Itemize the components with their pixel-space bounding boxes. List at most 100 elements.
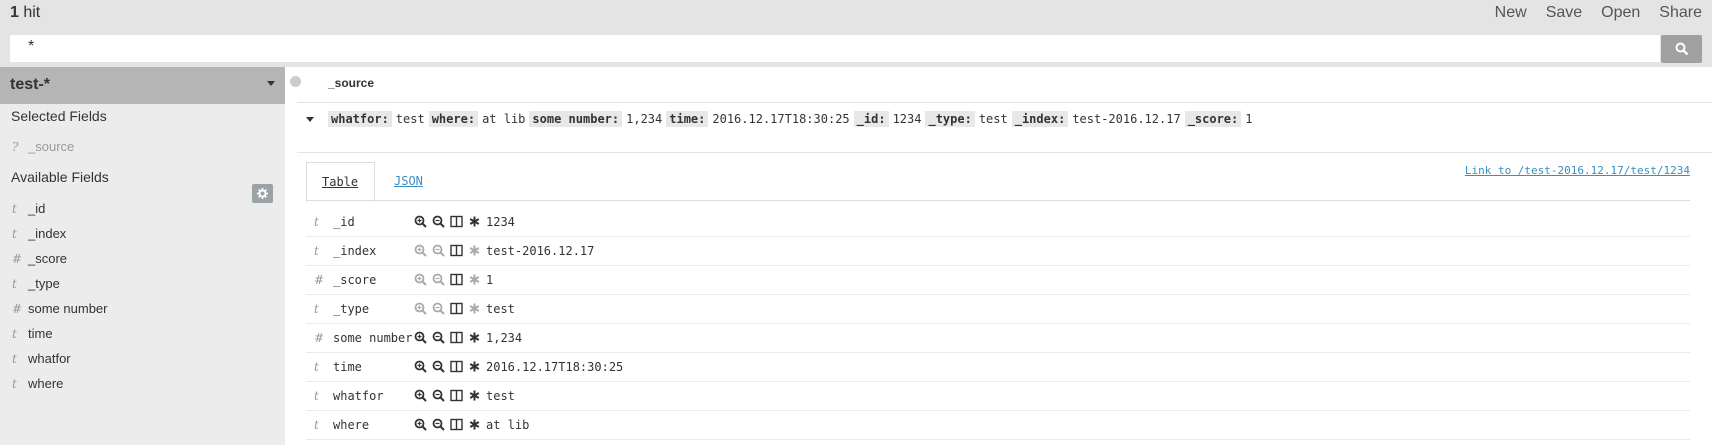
filter-out-value-icon[interactable] — [432, 360, 445, 373]
filter-for-value-icon[interactable] — [414, 273, 427, 286]
table-row: t _type test — [306, 295, 1690, 324]
filter-exists-icon[interactable] — [468, 302, 481, 315]
filter-exists-icon[interactable] — [468, 418, 481, 431]
field-name: _score — [333, 273, 377, 287]
chevron-down-icon — [267, 81, 275, 86]
selected-fields-heading: Selected Fields — [11, 108, 107, 124]
available-fields-heading: Available Fields — [11, 169, 109, 185]
expand-document-icon[interactable] — [306, 117, 314, 122]
collapse-sidebar-icon[interactable] — [290, 76, 301, 87]
document-link[interactable]: Link to /test-2016.12.17/test/1234 — [1465, 164, 1690, 177]
toggle-column-icon[interactable] — [450, 215, 463, 228]
filter-for-value-icon[interactable] — [414, 389, 427, 402]
toggle-column-icon[interactable] — [450, 389, 463, 402]
filter-exists-icon[interactable] — [468, 360, 481, 373]
filter-for-value-icon[interactable] — [414, 418, 427, 431]
field-name: _type — [333, 302, 370, 316]
top-bar: 1 hit New Save Open Share — [0, 0, 1712, 30]
field-item[interactable]: t _type — [12, 276, 60, 291]
field-type-icon: # — [12, 302, 23, 316]
field-type-icon: t — [12, 377, 17, 391]
field-settings-button[interactable] — [252, 184, 273, 203]
field-item[interactable]: t _id — [12, 201, 45, 216]
save-button[interactable]: Save — [1546, 4, 1582, 22]
field-item[interactable]: # some number — [12, 301, 107, 316]
tab-divider — [306, 200, 1690, 201]
field-value: 1 — [486, 273, 494, 287]
document-summary: whatfor: test where: at lib some number: 1,23… — [328, 111, 1257, 127]
open-button[interactable]: Open — [1601, 4, 1640, 22]
filter-out-value-icon[interactable] — [432, 244, 445, 257]
field-name: _index — [28, 226, 67, 241]
field-type-icon: # — [12, 252, 23, 266]
row-actions — [414, 331, 481, 344]
summary-key: whatfor: — [328, 111, 392, 127]
filter-out-value-icon[interactable] — [432, 389, 445, 402]
divider — [297, 102, 1712, 103]
toggle-column-icon[interactable] — [450, 331, 463, 344]
toggle-column-icon[interactable] — [450, 273, 463, 286]
summary-value: test-2016.12.17 — [1072, 112, 1181, 126]
filter-out-value-icon[interactable] — [432, 273, 445, 286]
field-name: where — [333, 418, 370, 432]
filter-exists-icon[interactable] — [468, 389, 481, 402]
filter-out-value-icon[interactable] — [432, 302, 445, 315]
toggle-column-icon[interactable] — [450, 244, 463, 257]
filter-for-value-icon[interactable] — [414, 302, 427, 315]
index-pattern-selector[interactable]: test-* — [0, 67, 285, 104]
field-type-icon: t — [12, 352, 17, 366]
table-row: t whatfor test — [306, 382, 1690, 411]
filter-for-value-icon[interactable] — [414, 215, 427, 228]
table-row: # some number 1,234 — [306, 324, 1690, 353]
table-row: t _id 1234 — [306, 208, 1690, 237]
tab-table[interactable]: Table — [306, 162, 375, 202]
field-type-icon: t — [314, 418, 319, 432]
index-pattern-name: test-* — [10, 76, 51, 93]
field-type-icon: t — [314, 302, 319, 316]
field-item[interactable]: t where — [12, 376, 63, 391]
filter-for-value-icon[interactable] — [414, 244, 427, 257]
field-type-icon: # — [314, 331, 325, 345]
filter-out-value-icon[interactable] — [432, 331, 445, 344]
filter-for-value-icon[interactable] — [414, 331, 427, 344]
toggle-column-icon[interactable] — [450, 418, 463, 431]
filter-exists-icon[interactable] — [468, 331, 481, 344]
filter-out-value-icon[interactable] — [432, 215, 445, 228]
field-item-source[interactable]: ? _source — [12, 139, 74, 154]
field-item[interactable]: t time — [12, 326, 53, 341]
filter-out-value-icon[interactable] — [432, 418, 445, 431]
gear-icon — [257, 188, 268, 199]
field-item[interactable]: # _score — [12, 251, 67, 266]
search-input[interactable]: * — [10, 35, 1660, 62]
field-type-icon: t — [12, 227, 17, 241]
field-sidebar: test-* Selected Fields ? _source Availabl… — [0, 67, 285, 445]
search-row: * — [0, 30, 1712, 67]
filter-exists-icon[interactable] — [468, 273, 481, 286]
field-item[interactable]: t whatfor — [12, 351, 71, 366]
field-value: test — [486, 389, 515, 403]
field-value: 1234 — [486, 215, 515, 229]
filter-exists-icon[interactable] — [468, 244, 481, 257]
summary-key: where: — [428, 111, 479, 127]
filter-exists-icon[interactable] — [468, 215, 481, 228]
field-name: some number — [28, 301, 108, 316]
share-button[interactable]: Share — [1659, 4, 1702, 22]
summary-value: 1234 — [892, 112, 922, 126]
toggle-column-icon[interactable] — [450, 302, 463, 315]
toggle-column-icon[interactable] — [450, 360, 463, 373]
table-row: # _score 1 — [306, 266, 1690, 295]
row-actions — [414, 389, 481, 402]
filter-for-value-icon[interactable] — [414, 360, 427, 373]
field-value: test-2016.12.17 — [486, 244, 595, 258]
field-value: at lib — [486, 418, 530, 432]
document-table: t _id 1234 t _index test-2016.12.17 # _score 1 t _… — [306, 208, 1690, 440]
field-value: 1,234 — [486, 331, 523, 345]
new-button[interactable]: New — [1495, 4, 1527, 22]
field-name: time — [333, 360, 362, 374]
field-type-icon: t — [314, 215, 319, 229]
field-type-icon: t — [12, 277, 17, 291]
field-name: _index — [333, 244, 377, 258]
field-item[interactable]: t _index — [12, 226, 66, 241]
field-name: whatfor — [333, 389, 384, 403]
search-button[interactable] — [1661, 35, 1702, 63]
